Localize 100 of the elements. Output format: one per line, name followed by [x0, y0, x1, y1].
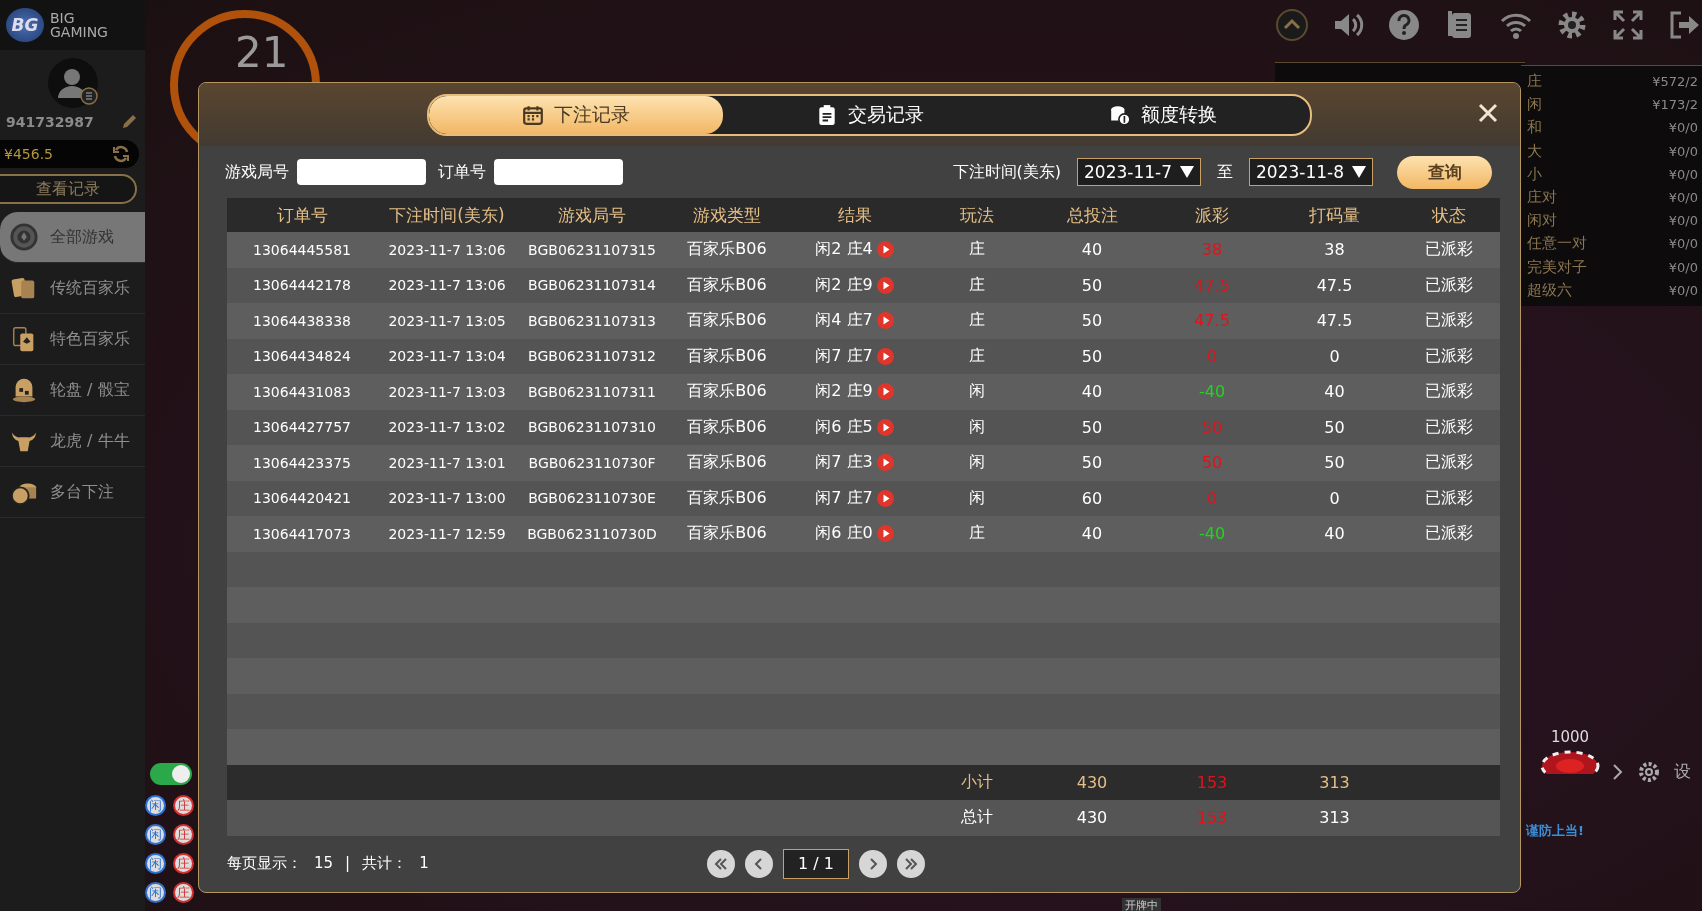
table-cell-text: BGB06231107313 — [527, 312, 657, 329]
table-cell-text: 13064423375 — [252, 454, 352, 471]
first-page-button[interactable] — [707, 849, 735, 878]
player-id: 941732987 — [6, 114, 94, 130]
summary-value: 430 — [1075, 772, 1109, 792]
avatar-icon[interactable] — [47, 58, 98, 108]
play-icon[interactable] — [876, 454, 894, 472]
play-icon[interactable] — [876, 418, 894, 436]
table-cell-text: 百家乐B06 — [686, 452, 768, 474]
table-cell-text: 百家乐B06 — [686, 274, 768, 296]
tab[interactable]: 额度转换 — [1016, 95, 1310, 134]
filter-label: 游戏局号 — [225, 161, 289, 183]
table-cell-text: BGB06231107314 — [527, 277, 657, 294]
tab[interactable]: 交易记录 — [722, 95, 1017, 134]
separator: | — [345, 854, 351, 874]
payout-value: -40 — [1197, 382, 1227, 402]
bet-type-label: 完美对子 — [1527, 257, 1587, 277]
query-button[interactable]: 查询 — [1397, 155, 1492, 189]
table-cell-text: 50 — [1080, 275, 1104, 295]
bet-type-label: 大 — [1527, 141, 1542, 161]
toggle-switch[interactable] — [150, 763, 192, 785]
round-input-field[interactable] — [297, 159, 426, 185]
table-cell-text: 47.5 — [1315, 275, 1354, 295]
table-cell-text: 2023-11-7 13:04 — [387, 348, 507, 365]
filter-label: 下注时间(美东) — [952, 161, 1061, 183]
table-cell: 闲6 庄0 — [815, 523, 873, 545]
column-header: 游戏局号 — [557, 203, 627, 227]
play-icon[interactable] — [876, 383, 894, 401]
previous-page-button[interactable] — [745, 849, 773, 878]
help-icon[interactable] — [1387, 8, 1421, 42]
summary-label: 总计 — [960, 807, 994, 829]
table-cell-text: BGB0623110730D — [526, 525, 658, 542]
table-cell-text: 庄 — [968, 310, 986, 332]
bet-limit-value: ¥572/2 — [1652, 74, 1698, 90]
table-cell: 闲7 庄7 — [815, 487, 873, 509]
date-dropdown[interactable]: 2023-11-7 — [1077, 158, 1201, 186]
calendar-icon — [521, 103, 544, 126]
play-icon[interactable] — [876, 347, 894, 365]
settings-icon[interactable] — [1638, 760, 1660, 783]
pencil-icon[interactable] — [121, 114, 137, 130]
play-icon[interactable] — [876, 525, 894, 543]
table-cell-text: 庄 — [968, 345, 986, 367]
warning-text: 谨防上当! — [1526, 822, 1584, 840]
next-page-button[interactable] — [859, 849, 887, 878]
play-icon[interactable] — [876, 276, 894, 294]
bet-limit-value: ¥0/0 — [1668, 190, 1698, 206]
history-button[interactable]: 查看记录 — [0, 174, 137, 204]
table-cell-text: 47.5 — [1315, 311, 1354, 331]
settings-label[interactable]: 设 — [1674, 760, 1691, 783]
table-cell-text: 2023-11-7 13:00 — [387, 490, 507, 507]
order-input-field[interactable] — [494, 159, 623, 185]
table-cell-text: 2023-11-7 13:05 — [387, 312, 507, 329]
table-cell-text: 13064427757 — [252, 419, 352, 436]
per-page-label: 每页显示： — [227, 854, 302, 874]
table-cell-text: BGB0623110730F — [527, 454, 657, 471]
bet-limit-value: ¥0/0 — [1668, 282, 1698, 298]
page-field[interactable]: 1 / 1 — [783, 848, 849, 879]
close-icon[interactable] — [1476, 101, 1500, 125]
table-cell-text: 50 — [1323, 453, 1346, 473]
table-cell-text: 50 — [1080, 417, 1104, 437]
table-cell-text: 已派彩 — [1424, 310, 1474, 332]
last-page-button[interactable] — [897, 849, 925, 878]
tab[interactable]: 下注记录 — [429, 95, 723, 134]
bet-limit-value: ¥173/2 — [1652, 97, 1698, 113]
chip-value[interactable]: 1000 — [1550, 728, 1590, 746]
table-cell-text: 庄 — [968, 523, 986, 545]
table-cell-text: 2023-11-7 12:59 — [387, 525, 507, 542]
refresh-icon[interactable] — [111, 144, 131, 164]
summary-value: 313 — [1318, 772, 1351, 792]
column-header: 订单号 — [275, 203, 329, 227]
chevron-up-icon[interactable] — [1275, 8, 1309, 42]
date-dropdown[interactable]: 2023-11-8 — [1249, 158, 1373, 186]
table-cell: 闲2 庄9 — [815, 274, 873, 296]
column-header: 派彩 — [1194, 203, 1230, 227]
chevron-right-icon[interactable] — [1612, 762, 1624, 781]
table-cell-text: BGB06231107312 — [527, 348, 657, 365]
payout-value: 50 — [1200, 417, 1224, 437]
table-cell-text: 已派彩 — [1424, 381, 1474, 403]
table-cell-text: 百家乐B06 — [686, 310, 768, 332]
column-header: 总投注 — [1065, 203, 1119, 227]
table-cell-text: 50 — [1080, 453, 1104, 473]
play-icon[interactable] — [876, 489, 894, 507]
table-cell-text: 百家乐B06 — [686, 487, 768, 509]
column-header: 玩法 — [959, 203, 995, 227]
table-cell-text: 50 — [1080, 311, 1104, 331]
bet-type-label: 和 — [1527, 118, 1542, 138]
play-icon[interactable] — [876, 312, 894, 330]
summary-label: 小计 — [960, 771, 994, 793]
filter-label: 订单号 — [438, 161, 486, 183]
play-icon[interactable] — [876, 241, 894, 259]
poker-chip-icon — [10, 223, 38, 251]
table-cell-text: 13064445581 — [252, 241, 352, 258]
payout-value: 47.5 — [1193, 311, 1231, 331]
payout-value: -40 — [1197, 524, 1227, 544]
fullscreen-icon[interactable] — [1611, 8, 1645, 42]
table-cell-text: 闲 — [968, 452, 986, 474]
table-cell: 闲7 庄3 — [815, 452, 873, 474]
table-cell-text: 2023-11-7 13:03 — [387, 383, 507, 400]
table-cell: 闲2 庄9 — [815, 381, 873, 403]
bet-limit-value: ¥0/0 — [1668, 120, 1698, 136]
